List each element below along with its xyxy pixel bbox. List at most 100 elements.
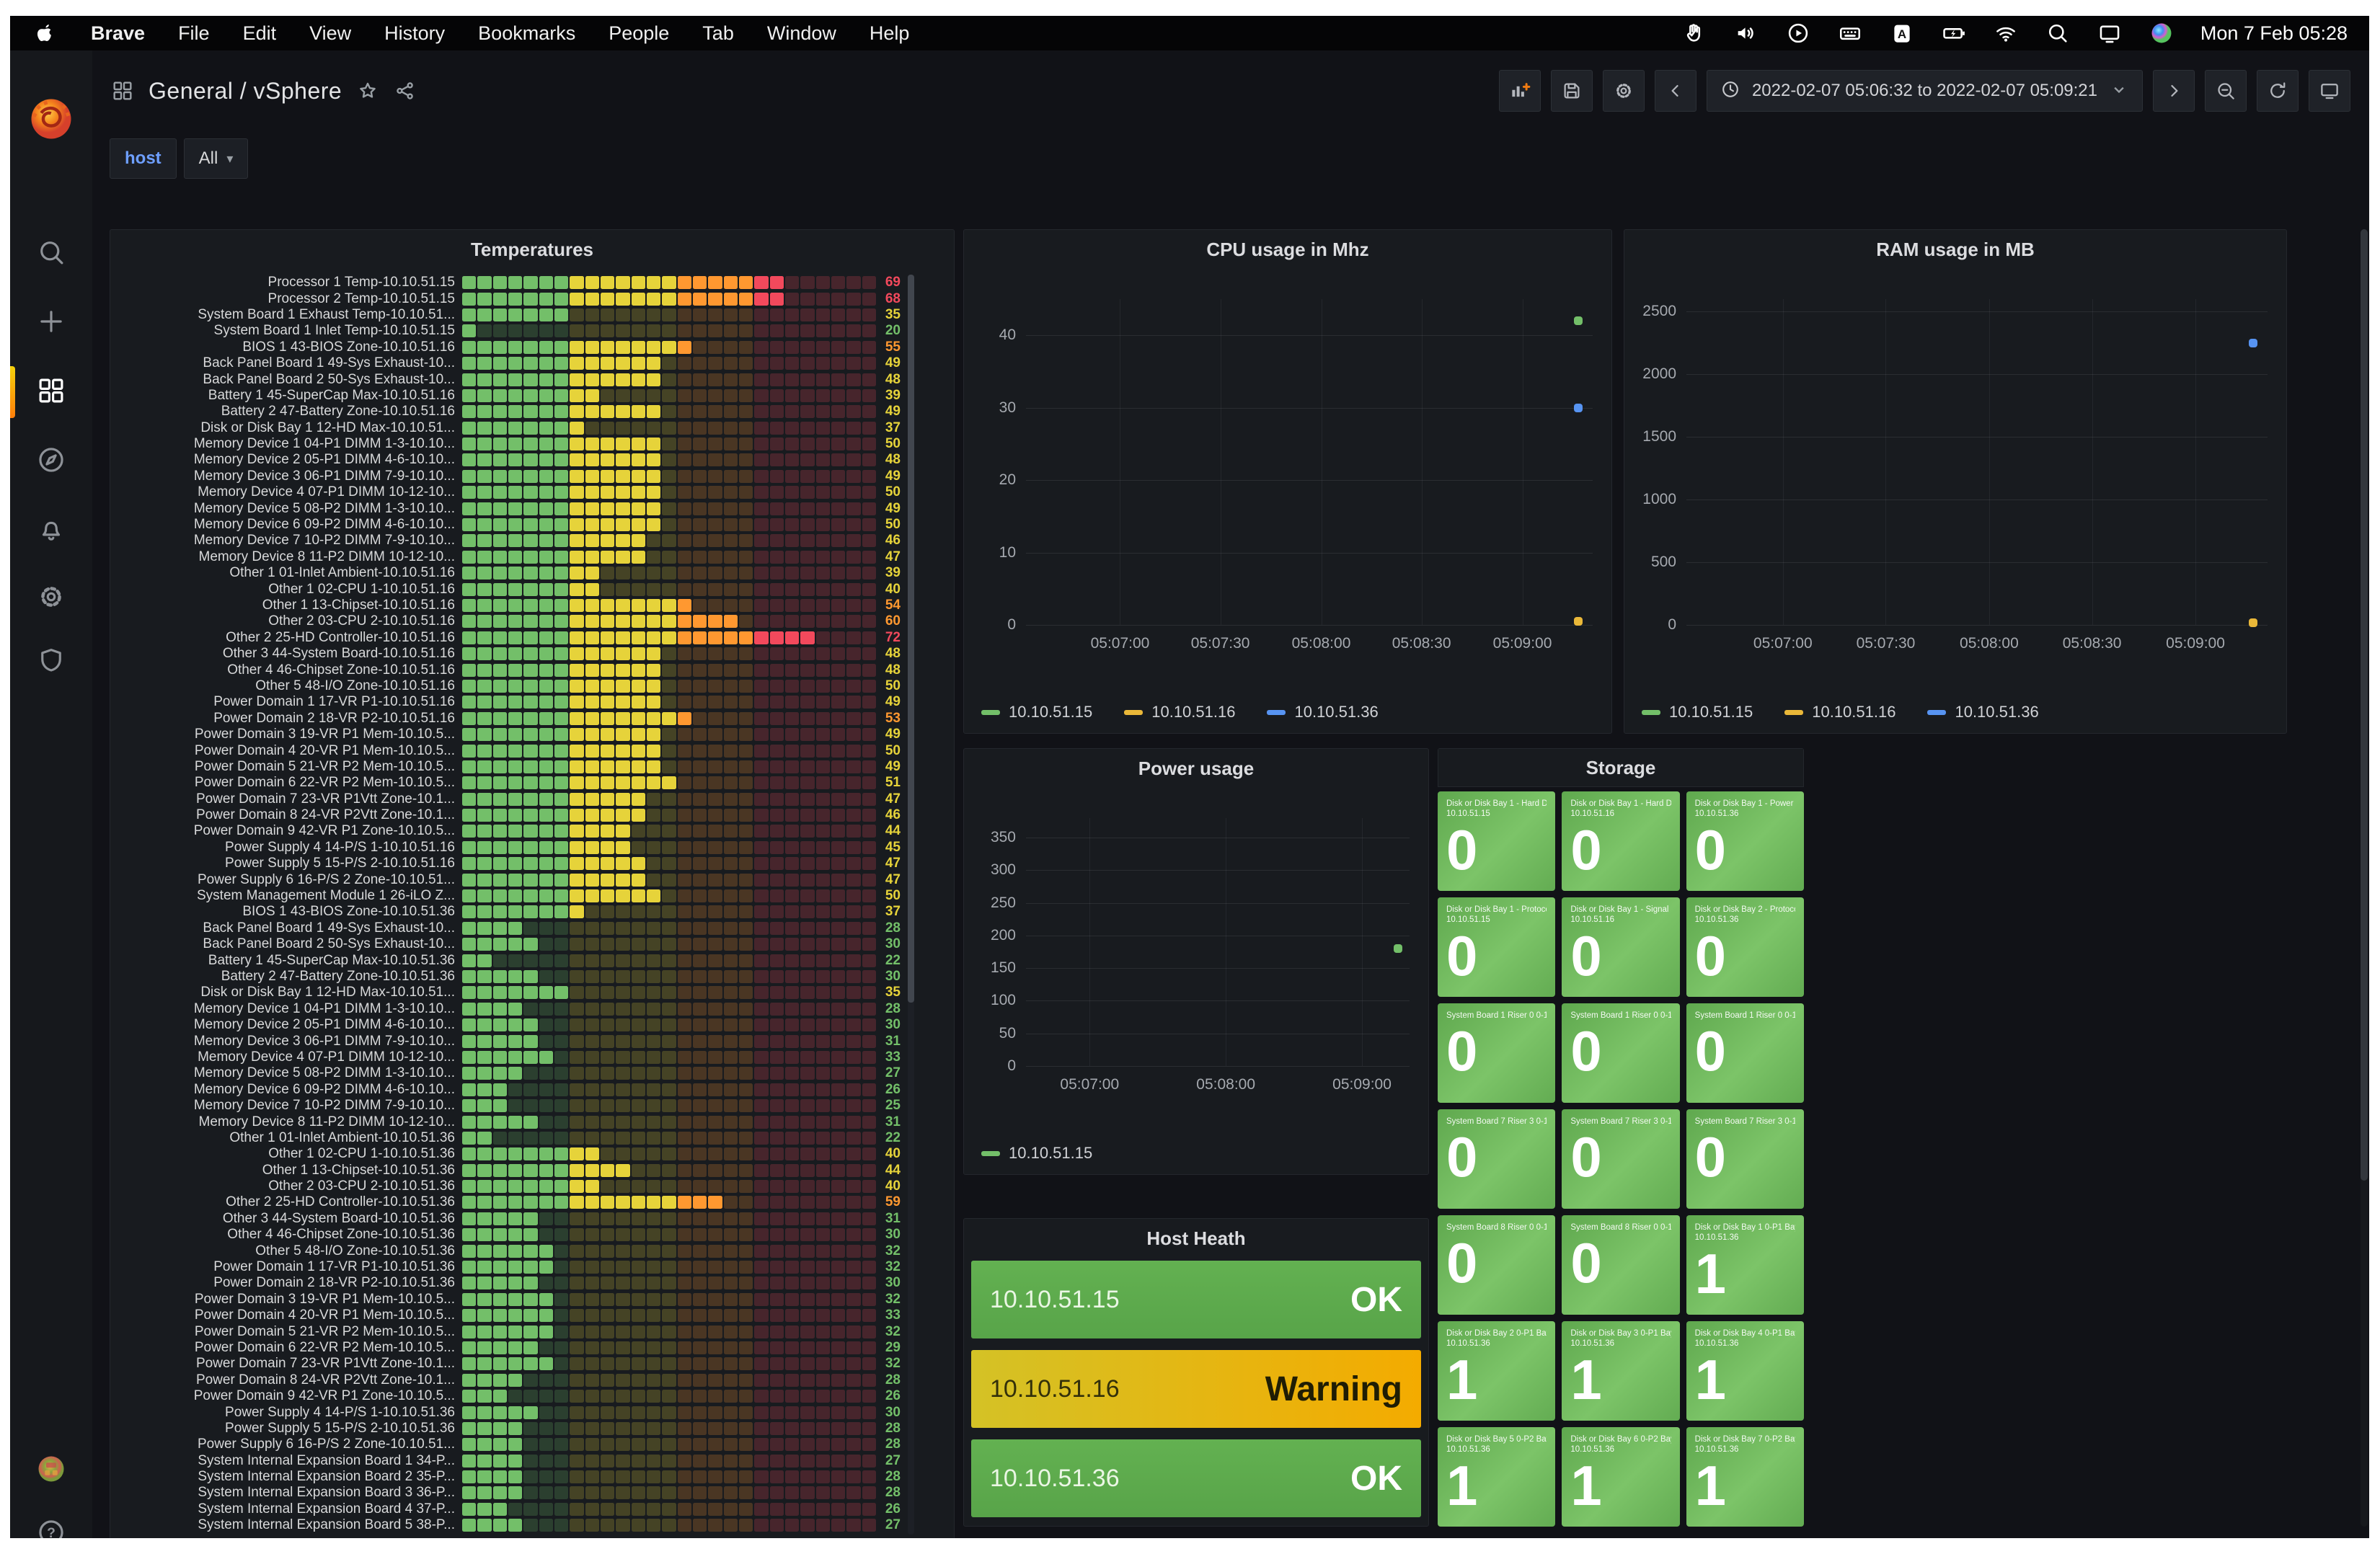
menubar-clock[interactable]: Mon 7 Feb 05:28 [2200,22,2348,45]
storage-tile[interactable]: Disk or Disk Bay 6 0-P2 Bay 6-10.10.51.3… [1562,1427,1679,1527]
temperature-gauge [462,373,876,386]
temperature-gauge [462,1164,876,1177]
panel-title[interactable]: Temperatures [110,230,954,269]
storage-tile[interactable]: Disk or Disk Bay 1 - Hard Disk 0 0-10.10… [1438,791,1555,891]
storage-tile[interactable]: Disk or Disk Bay 1 0-P1 Bay 1-10.10.51.3… [1686,1215,1804,1315]
legend-item-10.10.51.16[interactable]: 10.10.51.16 [1784,703,1895,722]
dashboards-grid-icon[interactable] [111,79,134,102]
storage-tile[interactable]: System Board 1 Riser 0 0-10.10.51.150 [1438,1003,1555,1103]
legend-item-10.10.51.36[interactable]: 10.10.51.36 [1267,703,1378,722]
menu-item-brave[interactable]: Brave [91,22,145,45]
panel-title[interactable]: Power usage [964,749,1428,788]
sidebar-item-configuration-icon[interactable] [10,568,92,629]
storage-tile[interactable]: System Board 1 Riser 0 0-10.10.51.160 [1562,1003,1679,1103]
menu-item-file[interactable]: File [178,22,210,45]
variable-host-value-dropdown[interactable]: All ▾ [184,138,249,179]
storage-tile[interactable]: System Board 7 Riser 3 0-10.10.51.360 [1686,1109,1804,1209]
time-back-button[interactable] [1655,70,1696,112]
temperature-label: Disk or Disk Bay 1 12-HD Max-10.10.51... [115,985,455,1000]
temperature-row: Processor 2 Temp-10.10.51.1568 [110,290,954,306]
sidebar-item-server-admin-icon[interactable] [10,631,92,692]
dashboard-settings-button[interactable] [1603,70,1645,112]
storage-tile[interactable]: System Board 8 Riser 0 0-10.10.51.150 [1438,1215,1555,1315]
zoom-out-button[interactable] [2205,70,2247,112]
sidebar-item-avatar-icon[interactable] [10,1440,92,1501]
temperature-row: Other 1 02-CPU 1-10.10.51.1640 [110,581,954,597]
wifi-icon[interactable] [1993,20,2019,46]
time-forward-button[interactable] [2153,70,2195,112]
storage-tile[interactable]: Disk or Disk Bay 1 - Hard Disk 0 0-10.10… [1562,791,1679,891]
page-scrollbar[interactable] [2361,229,2368,1527]
storage-tile[interactable]: Disk or Disk Bay 1 - Protocol 0-10.10.51… [1438,897,1555,997]
hand-icon[interactable] [1681,20,1707,46]
legend-item-10.10.51.36[interactable]: 10.10.51.36 [1927,703,2038,722]
help-icon: ? [36,1517,66,1539]
star-icon[interactable] [356,79,379,102]
display-icon[interactable] [2097,20,2123,46]
storage-tile[interactable]: System Board 7 Riser 3 0-10.10.51.160 [1562,1109,1679,1209]
storage-tile[interactable]: Disk or Disk Bay 5 0-P2 Bay 5-10.10.51.3… [1438,1427,1555,1527]
menu-item-people[interactable]: People [609,22,669,45]
keyboard-icon[interactable] [1837,20,1863,46]
panel-title[interactable]: Host Heath [964,1219,1428,1258]
menu-item-help[interactable]: Help [870,22,910,45]
legend-item-10.10.51.15[interactable]: 10.10.51.15 [981,703,1092,722]
save-dashboard-button[interactable] [1551,70,1593,112]
apple-icon[interactable] [32,20,58,46]
x-axis-tick: 05:08:00 [1196,1076,1255,1093]
storage-tile[interactable]: Disk or Disk Bay 2 0-P1 Bay 2-10.10.51.3… [1438,1321,1555,1421]
tv-mode-button[interactable] [2309,70,2350,112]
storage-tile-label: Disk or Disk Bay 1 - Hard Disk 0 0-10.10… [1446,799,1547,820]
temperature-row: Other 1 13-Chipset-10.10.51.1654 [110,598,954,613]
panel-title[interactable]: Storage [1438,748,1804,787]
siri-icon[interactable] [2149,20,2175,46]
sidebar-item-explore-icon[interactable] [10,431,92,492]
legend-item-10.10.51.15[interactable]: 10.10.51.15 [1642,703,1753,722]
temperatures-scrollbar[interactable] [908,275,914,1535]
grafana-logo-icon[interactable] [27,95,75,143]
temperature-gauge [462,1341,876,1354]
storage-tile[interactable]: Disk or Disk Bay 1 - Power Supply 0-10.1… [1686,791,1804,891]
sidebar-item-dashboards-icon[interactable] [10,362,92,422]
breadcrumb[interactable]: General / vSphere [149,78,342,105]
storage-tile[interactable]: Disk or Disk Bay 3 0-P1 Bay 3-10.10.51.3… [1562,1321,1679,1421]
sidebar-item-help-icon[interactable]: ? [10,1504,92,1538]
share-icon[interactable] [394,79,417,102]
spotlight-search-icon[interactable] [2045,20,2071,46]
menu-item-tab[interactable]: Tab [702,22,734,45]
volume-icon[interactable] [1733,20,1759,46]
refresh-button[interactable] [2257,70,2299,112]
add-panel-button[interactable] [1499,70,1541,112]
variable-host-label[interactable]: host [110,138,177,179]
temperature-gauge [462,1261,876,1274]
host-health-row-10.10.51.16[interactable]: 10.10.51.16Warning [971,1350,1421,1428]
menu-item-edit[interactable]: Edit [243,22,277,45]
storage-tile[interactable]: Disk or Disk Bay 7 0-P2 Bay 7-10.10.51.3… [1686,1427,1804,1527]
menu-item-bookmarks[interactable]: Bookmarks [478,22,575,45]
temperature-label: Other 3 44-System Board-10.10.51.16 [115,646,455,662]
legend-item-10.10.51.16[interactable]: 10.10.51.16 [1124,703,1235,722]
legend-item-10.10.51.15[interactable]: 10.10.51.15 [981,1144,1092,1163]
temperature-row: Other 2 25-HD Controller-10.10.51.1672 [110,630,954,646]
storage-tile[interactable]: System Board 1 Riser 0 0-10.10.51.360 [1686,1003,1804,1103]
menu-item-window[interactable]: Window [767,22,836,45]
play-circle-icon[interactable] [1785,20,1811,46]
panel-title[interactable]: RAM usage in MB [1624,230,2286,269]
panel-title[interactable]: CPU usage in Mhz [964,230,1611,269]
storage-tile[interactable]: Disk or Disk Bay 1 - Signal Cable 0-10.1… [1562,897,1679,997]
storage-tile[interactable]: System Board 8 Riser 0 0-10.10.51.160 [1562,1215,1679,1315]
sidebar-item-search-icon[interactable] [10,223,92,284]
menu-item-history[interactable]: History [384,22,445,45]
battery-charging-icon[interactable] [1941,20,1967,46]
menu-item-view[interactable]: View [309,22,351,45]
temperature-gauge [462,825,876,838]
sidebar-item-alerting-icon[interactable] [10,500,92,561]
host-health-row-10.10.51.36[interactable]: 10.10.51.36OK [971,1439,1421,1517]
host-health-row-10.10.51.15[interactable]: 10.10.51.15OK [971,1261,1421,1338]
storage-tile[interactable]: Disk or Disk Bay 2 - Protocol 0-10.10.51… [1686,897,1804,997]
input-source-a-icon[interactable]: A [1889,20,1915,46]
sidebar-item-create-icon[interactable] [10,293,92,353]
storage-tile[interactable]: System Board 7 Riser 3 0-10.10.51.150 [1438,1109,1555,1209]
storage-tile[interactable]: Disk or Disk Bay 4 0-P1 Bay 4-10.10.51.3… [1686,1321,1804,1421]
time-range-picker[interactable]: 2022-02-07 05:06:32 to 2022-02-07 05:09:… [1707,70,2143,112]
